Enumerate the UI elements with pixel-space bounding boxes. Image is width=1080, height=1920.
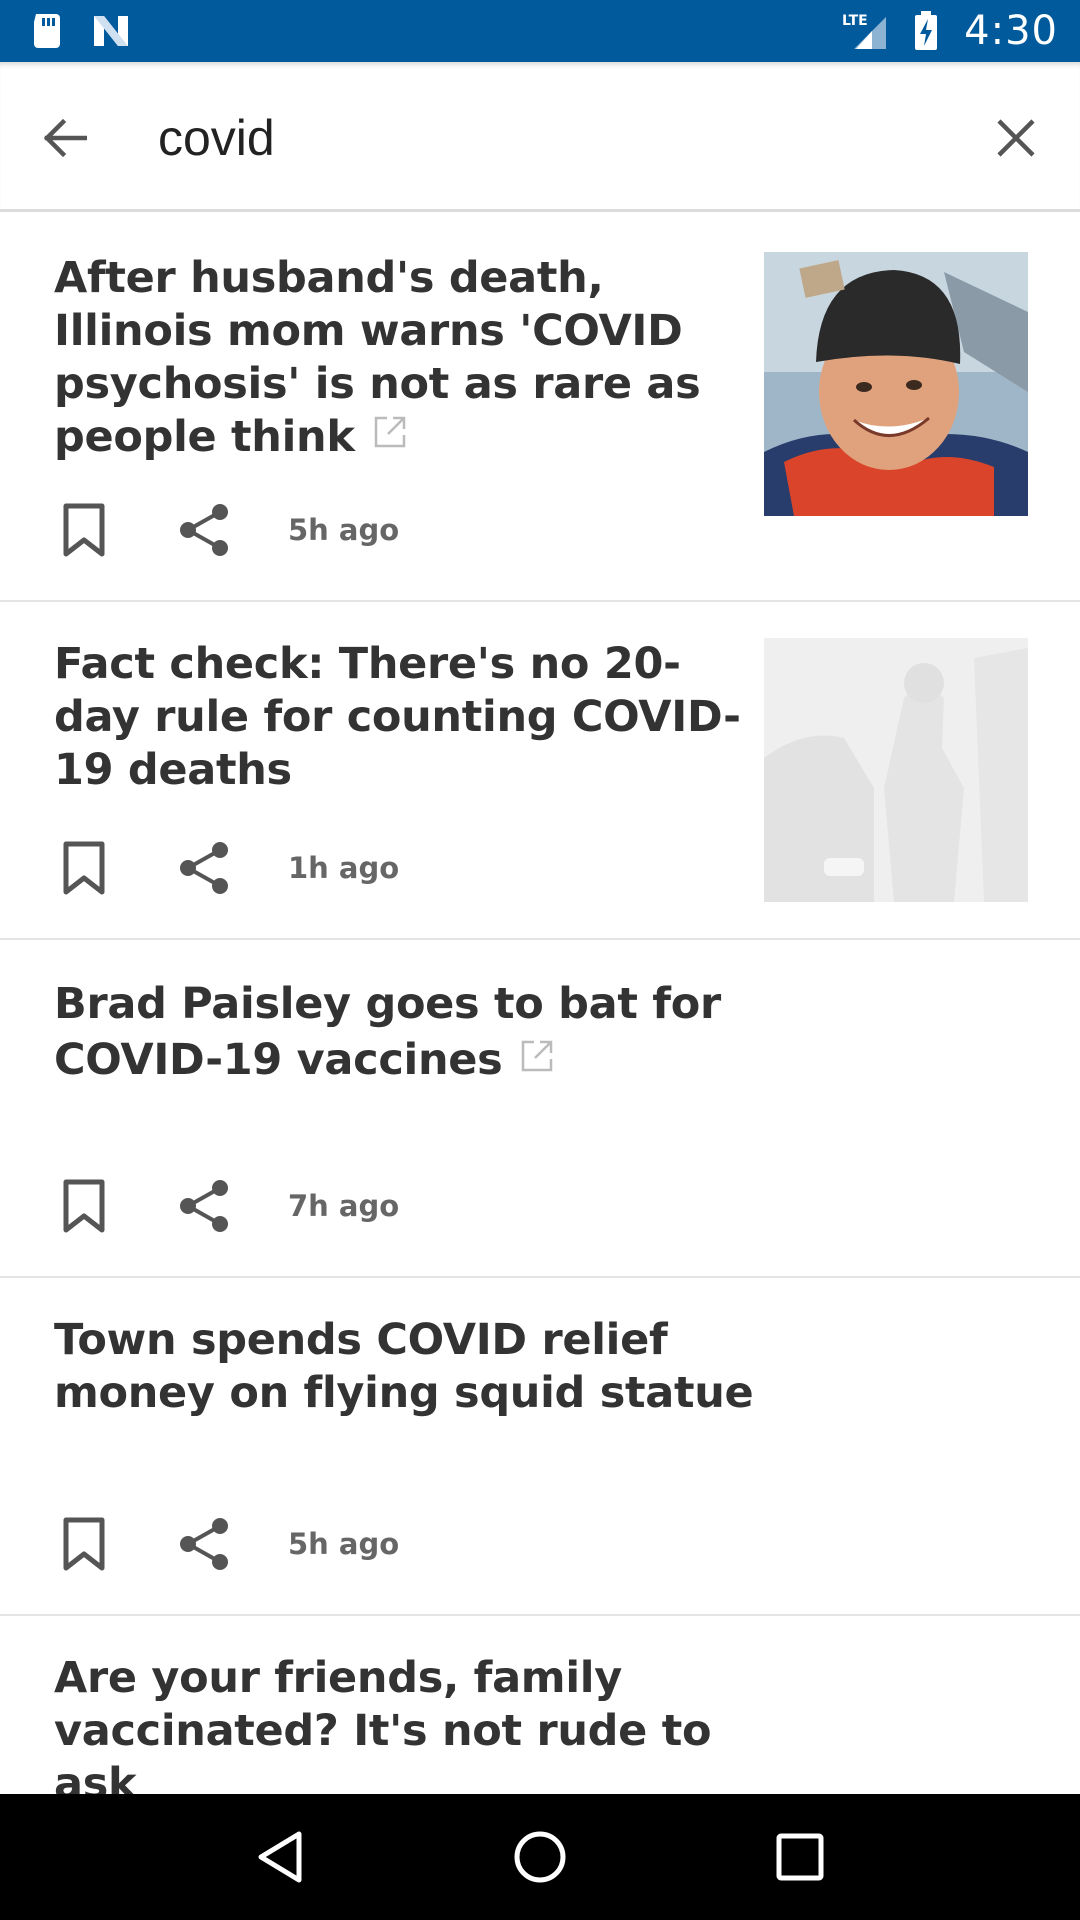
recents-square-icon xyxy=(776,1833,824,1881)
home-circle-icon xyxy=(514,1831,566,1883)
article-item[interactable]: Are your friends, family vaccinated? It'… xyxy=(0,1616,1080,1794)
close-icon xyxy=(997,119,1035,157)
headline-text: Brad Paisley goes to bat for COVID-19 va… xyxy=(54,979,721,1085)
article-time: 5h ago xyxy=(288,513,400,547)
article-item[interactable]: Town spends COVID relief money on flying… xyxy=(0,1278,1080,1616)
battery-charging-icon xyxy=(914,11,938,51)
n-logo-icon xyxy=(90,14,132,48)
bookmark-icon xyxy=(63,841,105,895)
faded-car-photo xyxy=(764,638,1028,902)
status-right: LTE 4:30 xyxy=(842,8,1058,54)
screen: LTE 4:30 Af xyxy=(0,0,1080,1920)
article-actions: 1h ago xyxy=(54,834,399,902)
article-headline[interactable]: Brad Paisley goes to bat for COVID-19 va… xyxy=(54,976,744,1091)
share-icon xyxy=(180,1518,228,1570)
article-actions: 5h ago xyxy=(54,1510,399,1578)
back-triangle-icon xyxy=(258,1831,302,1883)
article-actions: 7h ago xyxy=(54,1172,399,1240)
share-button[interactable] xyxy=(174,1172,234,1240)
nav-home-button[interactable] xyxy=(495,1812,585,1902)
share-button[interactable] xyxy=(174,496,234,564)
bookmark-button[interactable] xyxy=(54,834,114,902)
system-nav-bar xyxy=(0,1794,1080,1920)
search-input[interactable] xyxy=(158,102,958,174)
nav-back-button[interactable] xyxy=(235,1812,325,1902)
status-bar: LTE 4:30 xyxy=(0,0,1080,62)
bookmark-icon xyxy=(63,1517,105,1571)
clear-search-button[interactable] xyxy=(984,106,1048,170)
article-headline[interactable]: After husband's death, Illinois mom warn… xyxy=(54,252,714,466)
article-headline[interactable]: Are your friends, family vaccinated? It'… xyxy=(54,1652,754,1794)
article-headline[interactable]: Town spends COVID relief money on flying… xyxy=(54,1314,774,1420)
article-time: 1h ago xyxy=(288,851,400,885)
status-left xyxy=(30,12,132,50)
article-item[interactable]: Brad Paisley goes to bat for COVID-19 va… xyxy=(0,940,1080,1278)
share-button[interactable] xyxy=(174,1510,234,1578)
article-actions: 5h ago xyxy=(54,496,399,564)
article-headline[interactable]: Fact check: There's no 20-day rule for c… xyxy=(54,638,744,797)
bookmark-icon xyxy=(63,503,105,557)
search-header xyxy=(0,62,1080,212)
bookmark-button[interactable] xyxy=(54,1172,114,1240)
back-button[interactable] xyxy=(32,106,96,170)
external-link-icon xyxy=(520,1031,554,1087)
article-time: 5h ago xyxy=(288,1527,400,1561)
article-item[interactable]: After husband's death, Illinois mom warn… xyxy=(0,214,1080,602)
headline-text: Are your friends, family vaccinated? It'… xyxy=(54,1653,712,1794)
share-icon xyxy=(180,1180,228,1232)
article-time: 7h ago xyxy=(288,1189,400,1223)
article-thumbnail[interactable] xyxy=(764,252,1028,516)
bookmark-icon xyxy=(63,1179,105,1233)
arrow-left-icon xyxy=(43,118,87,158)
share-button[interactable] xyxy=(174,834,234,902)
headline-text: Fact check: There's no 20-day rule for c… xyxy=(54,639,741,795)
sd-card-icon xyxy=(30,12,64,50)
share-icon xyxy=(180,842,228,894)
bookmark-button[interactable] xyxy=(54,496,114,564)
nav-recents-button[interactable] xyxy=(755,1812,845,1902)
article-thumbnail[interactable] xyxy=(764,638,1028,902)
lte-signal-icon: LTE xyxy=(842,11,888,51)
article-list: After husband's death, Illinois mom warn… xyxy=(0,214,1080,1794)
headline-text: Town spends COVID relief money on flying… xyxy=(54,1315,754,1418)
bookmark-button[interactable] xyxy=(54,1510,114,1578)
external-link-icon xyxy=(373,409,407,462)
status-time: 4:30 xyxy=(964,8,1058,54)
lte-label: LTE xyxy=(842,13,868,29)
share-icon xyxy=(180,504,228,556)
article-item[interactable]: Fact check: There's no 20-day rule for c… xyxy=(0,602,1080,940)
man-in-beanie-photo xyxy=(764,252,1028,516)
